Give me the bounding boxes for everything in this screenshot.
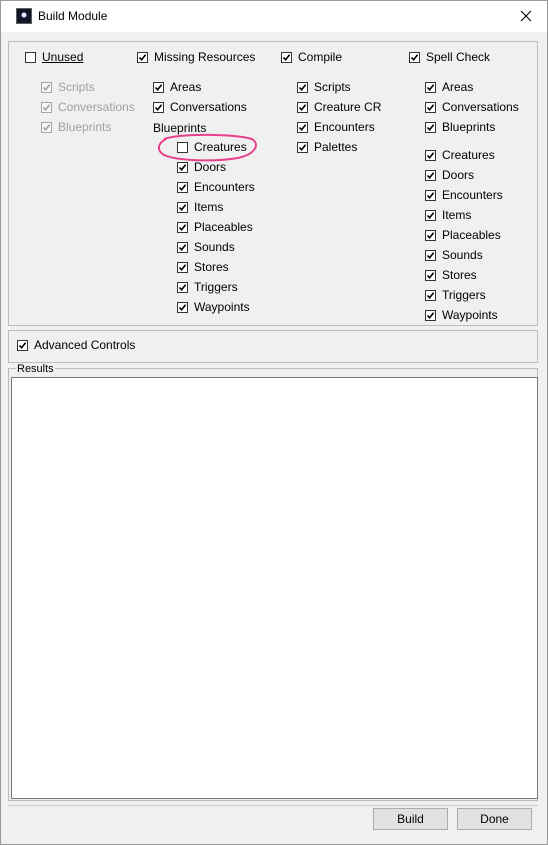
missing-triggers-checkbox[interactable]: Triggers (177, 279, 238, 295)
spell-areas-checkbox[interactable]: Areas (425, 79, 473, 95)
spell-triggers-checkbox[interactable]: Triggers (425, 287, 486, 303)
missing-areas-checkbox[interactable]: Areas (153, 79, 201, 95)
check-icon (425, 269, 436, 281)
results-textarea[interactable] (11, 377, 538, 799)
compile-scripts-checkbox[interactable]: Scripts (297, 79, 351, 95)
compile-palettes-checkbox[interactable]: Palettes (297, 139, 357, 155)
advanced-controls-checkbox[interactable]: Advanced Controls (17, 337, 135, 353)
window-title: Build Module (38, 9, 108, 23)
check-icon (425, 149, 436, 161)
check-icon (425, 121, 436, 133)
spell-creatures-checkbox[interactable]: Creatures (425, 147, 495, 163)
missing-encounters-checkbox[interactable]: Encounters (177, 179, 255, 195)
spell-waypoints-checkbox[interactable]: Waypoints (425, 307, 498, 323)
missing-doors-checkbox[interactable]: Doors (177, 159, 226, 175)
spell-placeables-checkbox[interactable]: Placeables (425, 227, 501, 243)
missing-stores-checkbox[interactable]: Stores (177, 259, 229, 275)
check-icon (177, 161, 188, 173)
check-icon (297, 121, 308, 133)
spell-encounters-checkbox[interactable]: Encounters (425, 187, 503, 203)
check-icon (425, 249, 436, 261)
check-icon (425, 101, 436, 113)
compile-creature-cr-checkbox[interactable]: Creature CR (297, 99, 381, 115)
compile-checkbox[interactable]: Compile (281, 49, 342, 65)
unused-scripts-checkbox[interactable]: Scripts (41, 79, 95, 95)
check-icon (41, 121, 52, 133)
compile-encounters-checkbox[interactable]: Encounters (297, 119, 375, 135)
done-button[interactable]: Done (457, 808, 532, 830)
check-icon (41, 101, 52, 113)
check-icon (297, 81, 308, 93)
check-icon (297, 141, 308, 153)
check-icon (425, 81, 436, 93)
spell-stores-checkbox[interactable]: Stores (425, 267, 477, 283)
check-icon (425, 209, 436, 221)
check-icon (177, 201, 188, 213)
spell-items-checkbox[interactable]: Items (425, 207, 471, 223)
check-icon (177, 221, 188, 233)
missing-conversations-checkbox[interactable]: Conversations (153, 99, 247, 115)
check-icon (425, 289, 436, 301)
missing-items-checkbox[interactable]: Items (177, 199, 223, 215)
close-icon (520, 10, 532, 22)
check-icon (177, 241, 188, 253)
unused-blueprints-checkbox[interactable]: Blueprints (41, 119, 111, 135)
check-icon (297, 101, 308, 113)
check-icon (281, 51, 292, 63)
spell-sounds-checkbox[interactable]: Sounds (425, 247, 483, 263)
missing-sounds-checkbox[interactable]: Sounds (177, 239, 235, 255)
unused-conversations-checkbox[interactable]: Conversations (41, 99, 135, 115)
check-icon (425, 169, 436, 181)
check-icon (137, 51, 148, 63)
spell-conversations-checkbox[interactable]: Conversations (425, 99, 519, 115)
title-bar: Build Module (1, 1, 547, 32)
check-icon (409, 51, 420, 63)
results-label: Results (16, 363, 55, 375)
unchecked-box-icon (25, 51, 36, 63)
missing-resources-checkbox[interactable]: Missing Resources (137, 49, 255, 65)
check-icon (17, 339, 28, 351)
build-button[interactable]: Build (373, 808, 448, 830)
check-icon (41, 81, 52, 93)
missing-placeables-checkbox[interactable]: Placeables (177, 219, 253, 235)
spell-blueprints-checkbox[interactable]: Blueprints (425, 119, 495, 135)
app-icon (16, 8, 32, 24)
check-icon (177, 181, 188, 193)
check-icon (153, 81, 164, 93)
close-button[interactable] (513, 5, 539, 27)
spell-doors-checkbox[interactable]: Doors (425, 167, 474, 183)
check-icon (425, 309, 436, 321)
check-icon (177, 301, 188, 313)
footer-divider (8, 805, 538, 806)
check-icon (425, 229, 436, 241)
spell-check-checkbox[interactable]: Spell Check (409, 49, 490, 65)
missing-waypoints-checkbox[interactable]: Waypoints (177, 299, 250, 315)
check-icon (177, 281, 188, 293)
check-icon (153, 101, 164, 113)
check-icon (177, 261, 188, 273)
unused-checkbox[interactable]: Unused (25, 49, 83, 65)
check-icon (425, 189, 436, 201)
